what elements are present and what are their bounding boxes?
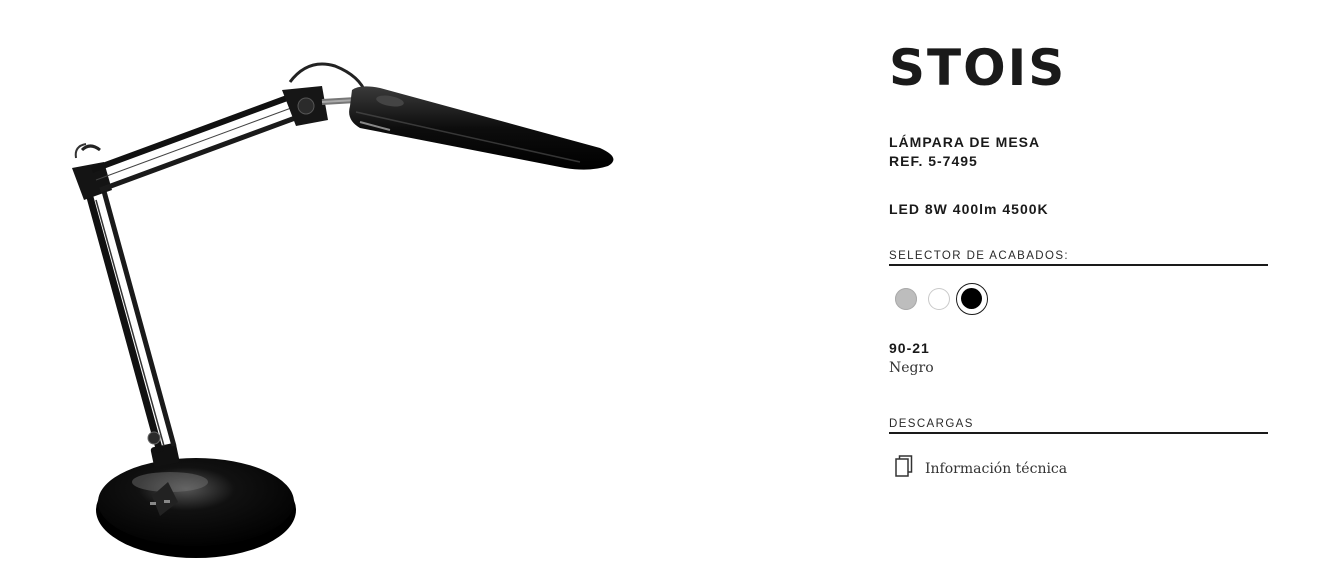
desk-lamp-illustration [72,62,614,558]
swatch-white-dot [928,288,950,310]
downloads-label: DESCARGAS [889,418,974,430]
selected-finish-code: 90-21 [889,340,930,356]
selected-finish-name: Negro [889,360,934,376]
swatch-black-dot [961,288,982,309]
product-type: LÁMPARA DE MESA [889,134,1041,150]
swatch-grey[interactable] [895,288,917,310]
product-reference: REF. 5-7495 [889,153,978,169]
swatch-grey-dot [895,288,917,310]
download-technical-info-label: Información técnica [925,460,1068,477]
product-description: LÁMPARA DE MESA REF. 5-7495 [889,133,1040,171]
download-technical-info-link[interactable]: Información técnica [895,455,1067,482]
swatch-black[interactable] [956,283,988,315]
product-image [60,50,640,570]
document-icon [895,455,913,482]
product-spec: LED 8W 400lm 4500K [889,201,1049,217]
swatch-white[interactable] [928,288,950,310]
downloads-divider [889,432,1268,434]
product-title: STOIS [889,39,1067,97]
finish-selector-divider [889,264,1268,266]
finish-selector-label: SELECTOR DE ACABADOS: [889,250,1070,262]
